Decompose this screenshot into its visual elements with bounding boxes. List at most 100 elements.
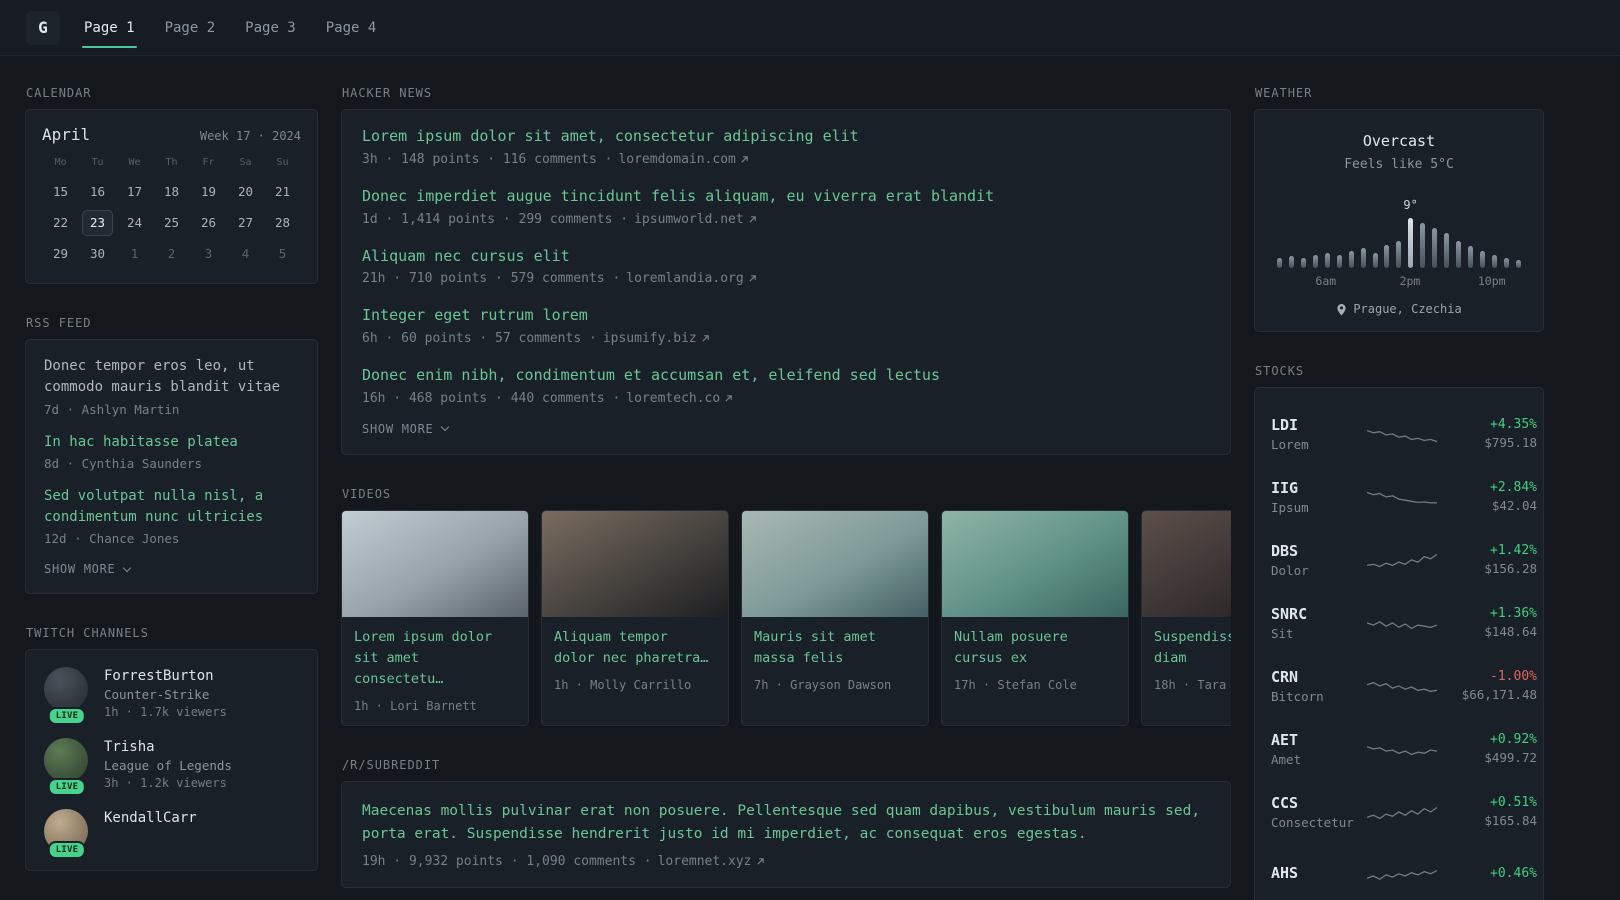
stock-values: +0.51% $165.84	[1437, 795, 1537, 828]
weather-bar	[1384, 245, 1390, 268]
weather-time-label: 10pm	[1477, 274, 1506, 288]
hn-item-title[interactable]: Donec imperdiet augue tincidunt felis al…	[362, 186, 1210, 208]
weather-time-label: 6am	[1315, 274, 1337, 288]
show-more-label: SHOW MORE	[362, 421, 434, 436]
twitch-channel-row[interactable]: LIVE Trisha League of Legends 3h · 1.2k …	[44, 738, 299, 797]
tab-page-1[interactable]: Page 1	[82, 0, 137, 56]
section-title-calendar: CALENDAR	[26, 86, 92, 100]
stock-values: +2.84% $42.04	[1437, 480, 1537, 513]
twitch-channel-info: Trisha League of Legends 3h · 1.2k viewe…	[104, 738, 232, 790]
video-title: Suspendisse diam	[1154, 628, 1231, 666]
weather-bar	[1336, 255, 1342, 268]
external-link-icon	[749, 215, 756, 223]
weather-bar	[1372, 253, 1378, 268]
external-link-icon	[725, 394, 732, 402]
stock-ticker: AET	[1271, 730, 1299, 749]
hn-show-more-button[interactable]: SHOW MORE	[362, 421, 449, 436]
hn-item-meta: 6h · 60 points · 57 comments · ipsumify.…	[362, 331, 1210, 346]
rss-item: Sed volutpat nulla nisl, a condimentum n…	[44, 486, 299, 547]
weather-bars	[1277, 204, 1521, 268]
stock-price: $42.04	[1491, 498, 1537, 513]
video-card[interactable]: Aliquam tempor dolor nec pharetra… 1h · …	[541, 509, 729, 726]
stock-sparkline	[1367, 799, 1437, 825]
calendar-day: 15	[52, 184, 69, 199]
video-meta: 17h · Stefan Cole	[954, 677, 1077, 692]
avatar-wrap: LIVE	[44, 809, 90, 860]
stock-row: IIG Ipsum +2.84% $42.04	[1271, 465, 1537, 528]
rss-card: Donec tempor eros leo, ut commodo mauris…	[25, 339, 318, 595]
rss-item-title[interactable]: In hac habitasse platea	[44, 432, 299, 453]
subreddit-widget: /R/SUBREDDIT Maecenas mollis pulvinar er…	[341, 758, 1231, 889]
hn-meta-text: 16h · 468 points · 440 comments ·	[362, 390, 621, 406]
stock-row: CCS Consectetur +0.51% $165.84	[1271, 780, 1537, 843]
calendar-header: April Week 17 · 2024	[42, 125, 301, 144]
hn-item-title[interactable]: Aliquam nec cursus elit	[362, 246, 1210, 268]
stocks-widget: STOCKS LDI Lorem +4.35% $795.18 IIG Ipsu…	[1254, 364, 1544, 900]
hn-source-link[interactable]: ipsumworld.net	[634, 212, 757, 227]
app-logo[interactable]: G	[26, 10, 60, 45]
weather-location-text: Prague, Czechia	[1353, 302, 1462, 316]
videos-row: Lorem ipsum dolor sit amet consectetu… 1…	[341, 509, 1231, 726]
video-card[interactable]: Mauris sit amet massa felis 7h · Grayson…	[741, 509, 929, 726]
stocks-card: LDI Lorem +4.35% $795.18 IIG Ipsum +2.84…	[1254, 387, 1544, 900]
video-card[interactable]: Lorem ipsum dolor sit amet consectetu… 1…	[341, 509, 529, 726]
calendar-day: 4	[241, 246, 250, 261]
show-more-label: SHOW MORE	[44, 562, 116, 577]
video-thumbnail	[742, 510, 928, 617]
stock-ticker: LDI	[1271, 415, 1299, 434]
subreddit-source-link[interactable]: loremnet.xyz	[658, 854, 765, 869]
calendar-day: 3	[204, 246, 213, 261]
twitch-channel-row[interactable]: LIVE KendallCarr	[44, 809, 299, 860]
calendar-day: 18	[163, 184, 180, 199]
stock-sparkline	[1367, 862, 1437, 888]
calendar-day: 25	[163, 215, 180, 230]
stock-change: -1.00%	[1490, 669, 1537, 684]
stock-price: $499.72	[1484, 750, 1537, 765]
hn-item-title[interactable]: Lorem ipsum dolor sit amet, consectetur …	[362, 126, 1210, 148]
rss-show-more-button[interactable]: SHOW MORE	[44, 562, 131, 577]
weather-bar	[1479, 251, 1485, 268]
stock-name: Consectetur	[1271, 814, 1354, 830]
stock-info: AHS	[1271, 864, 1367, 885]
stock-values: -1.00% $66,171.48	[1437, 669, 1537, 702]
weather-feels-like: Feels like 5°C	[1344, 157, 1454, 172]
twitch-channel-row[interactable]: LIVE ForrestBurton Counter-Strike 1h · 1…	[44, 667, 299, 726]
hn-item: Integer eget rutrum lorem 6h · 60 points…	[362, 305, 1210, 346]
hackernews-widget: HACKER NEWS Lorem ipsum dolor sit amet, …	[341, 86, 1231, 455]
external-link-icon	[749, 275, 756, 282]
tab-page-3[interactable]: Page 3	[243, 0, 298, 56]
video-card[interactable]: Suspendisse diam 18h · Tara	[1141, 509, 1231, 726]
rss-item-title[interactable]: Sed volutpat nulla nisl, a condimentum n…	[44, 486, 299, 529]
hn-source-text: ipsumworld.net	[634, 211, 744, 227]
calendar-day: 24	[126, 215, 143, 230]
subreddit-card: Maecenas mollis pulvinar erat non posuer…	[341, 780, 1231, 889]
hn-source-link[interactable]: loremlandia.org	[626, 271, 756, 286]
hn-source-link[interactable]: loremdomain.com	[618, 152, 748, 167]
weather-bar	[1396, 241, 1402, 268]
rss-widget: RSS FEED Donec tempor eros leo, ut commo…	[25, 316, 318, 595]
hn-meta-text: 6h · 60 points · 57 comments ·	[362, 331, 597, 346]
twitch-channel-game: Counter-Strike	[104, 687, 210, 703]
tab-page-2[interactable]: Page 2	[163, 0, 218, 56]
hn-item: Donec imperdiet augue tincidunt felis al…	[362, 186, 1210, 227]
stock-name: Sit	[1271, 625, 1294, 641]
subreddit-post-title[interactable]: Maecenas mollis pulvinar erat non posuer…	[362, 800, 1210, 847]
subreddit-meta-text: 19h · 9,932 points · 1,090 comments ·	[362, 854, 652, 870]
rss-item-title[interactable]: Donec tempor eros leo, ut commodo mauris…	[44, 356, 299, 399]
hn-source-link[interactable]: loremtech.co	[626, 391, 733, 406]
video-thumbnail	[1142, 510, 1231, 617]
tab-page-4[interactable]: Page 4	[324, 0, 379, 56]
external-link-icon	[702, 335, 709, 342]
video-thumbnail	[942, 510, 1128, 617]
video-card[interactable]: Nullam posuere cursus ex 17h · Stefan Co…	[941, 509, 1129, 726]
subreddit-post-meta: 19h · 9,932 points · 1,090 comments · lo…	[362, 854, 1210, 869]
hn-item-meta: 21h · 710 points · 579 comments · loreml…	[362, 271, 1210, 286]
twitch-channel-meta: 1h · 1.7k viewers	[104, 705, 227, 720]
hn-item-title[interactable]: Donec enim nibh, condimentum et accumsan…	[362, 365, 1210, 387]
hn-source-link[interactable]: ipsumify.biz	[603, 331, 710, 346]
calendar-day: 28	[274, 215, 291, 230]
stock-row: AHS +0.46%	[1271, 843, 1537, 900]
chevron-down-icon	[440, 423, 449, 432]
video-thumbnail	[342, 510, 528, 617]
hn-item-title[interactable]: Integer eget rutrum lorem	[362, 305, 1210, 327]
